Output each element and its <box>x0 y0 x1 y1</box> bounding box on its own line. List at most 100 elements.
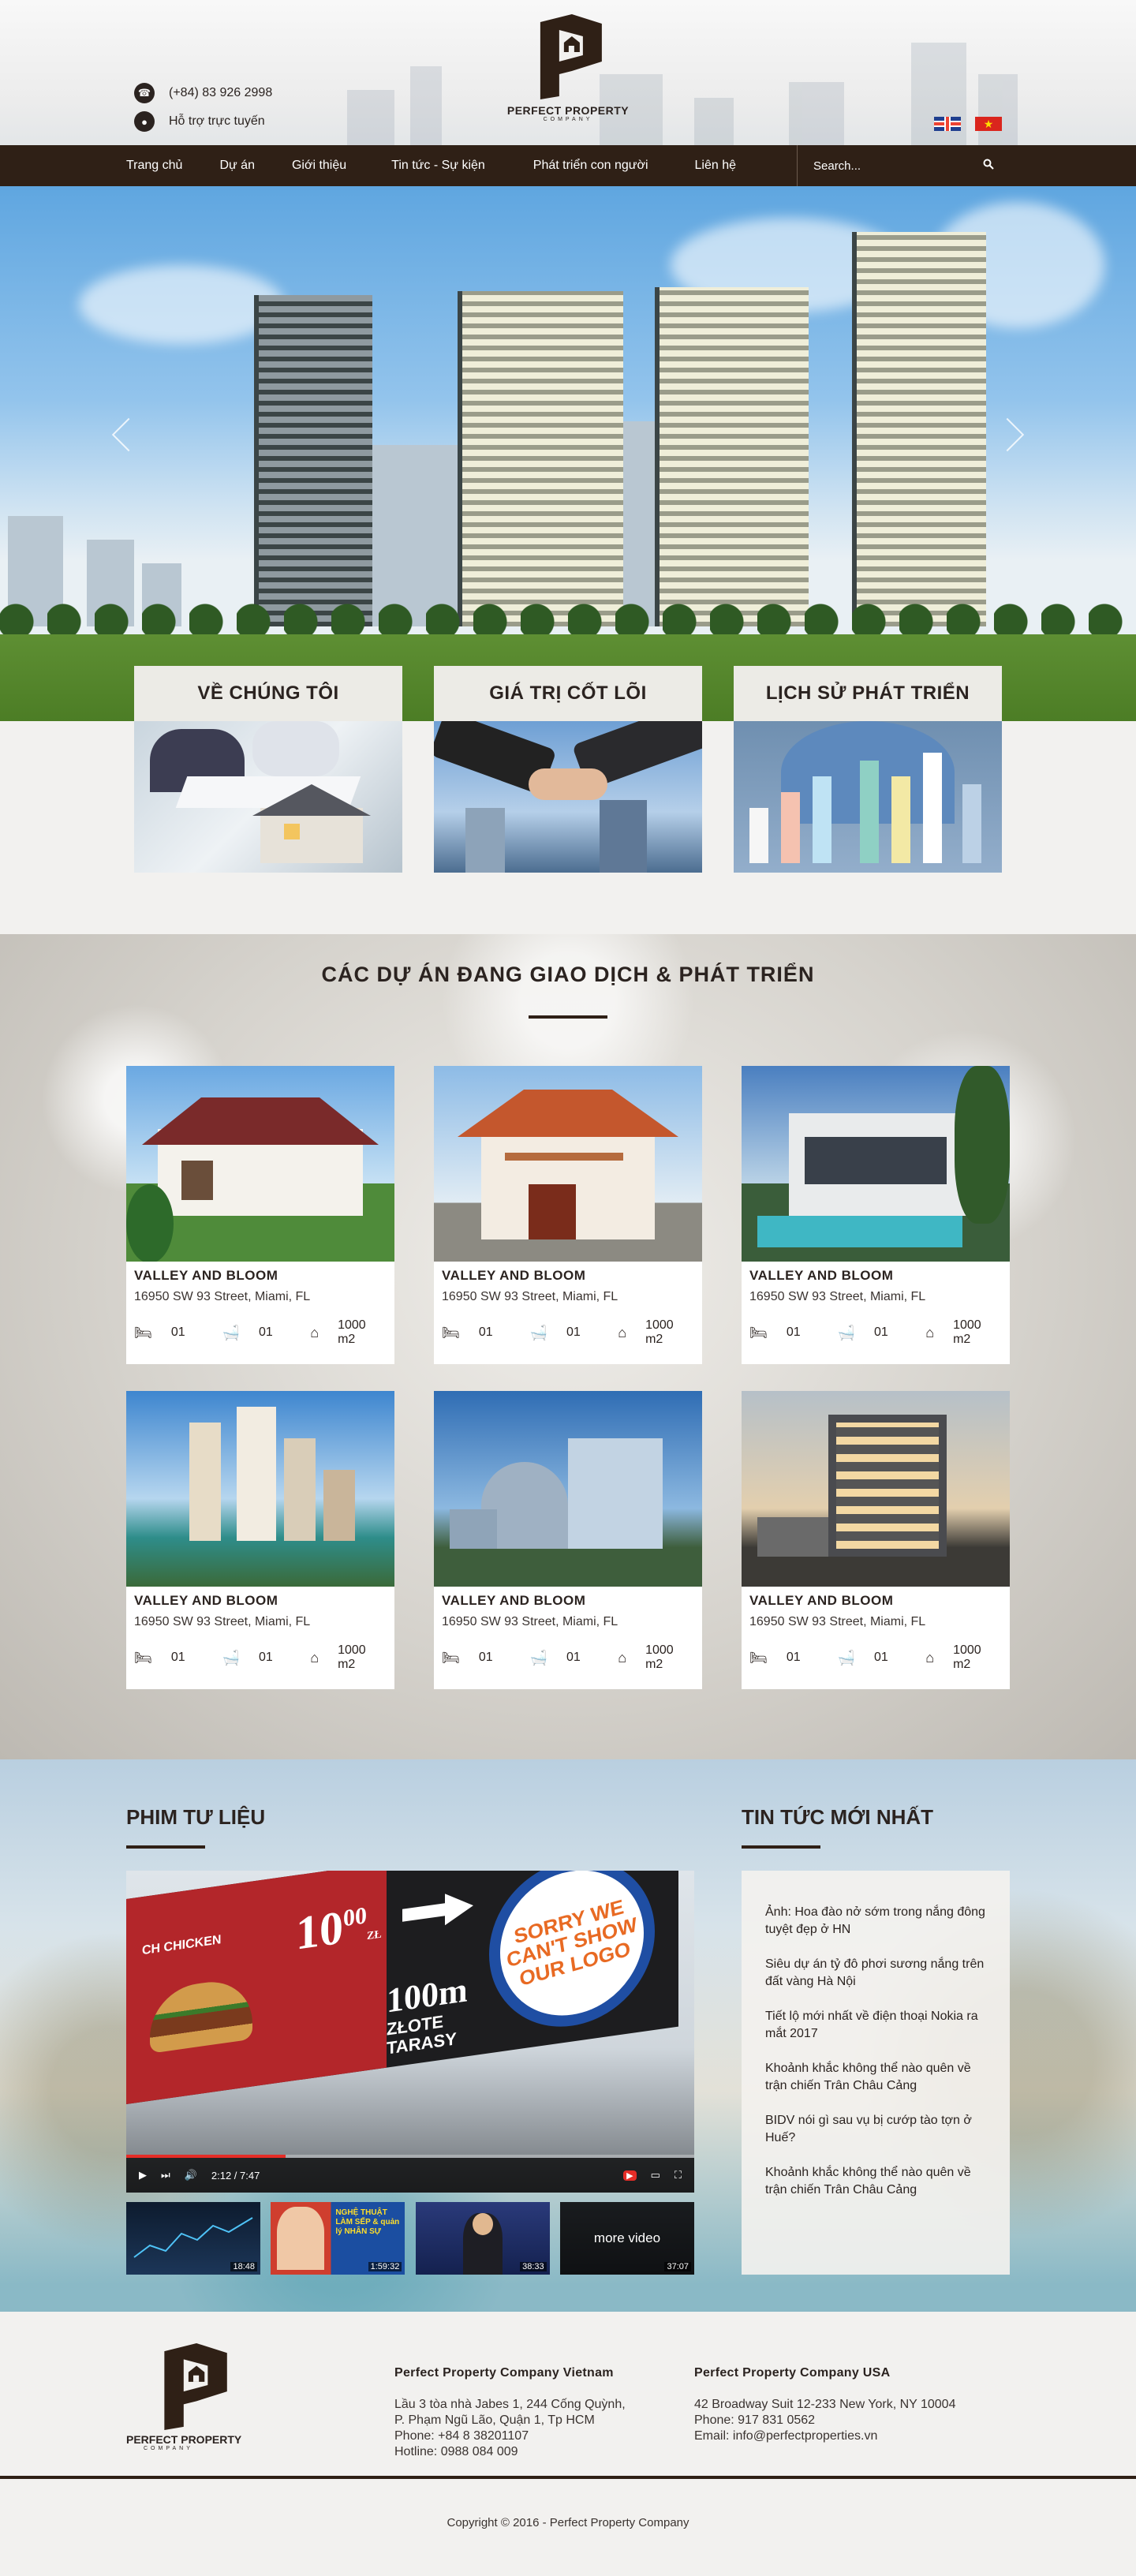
slider-prev-icon[interactable] <box>111 417 146 452</box>
projects-title: CÁC DỰ ÁN ĐANG GIAO DỊCH & PHÁT TRIỂN <box>321 963 815 986</box>
media-section: PHIM TƯ LIỆU CH CHICKEN 1000ZŁ 100m ZŁOT… <box>0 1759 1136 2312</box>
bath-count: 01 <box>874 1651 888 1664</box>
nav-item-people[interactable]: Phát triển con người <box>533 159 648 173</box>
nav-item-projects[interactable]: Dự án <box>219 159 255 173</box>
footer-line: Phone: +84 8 38201107 <box>394 2429 529 2443</box>
captions-icon[interactable]: ▭ <box>651 2169 660 2182</box>
billboard-image: CH CHICKEN 1000ZŁ 100m ZŁOTE TARASY SORRY… <box>126 1871 678 2104</box>
video-duration: 18:48 <box>230 2262 257 2271</box>
project-address: 16950 SW 93 Street, Miami, FL <box>134 1290 311 1303</box>
volume-icon[interactable]: 🔊 <box>185 2169 197 2182</box>
project-address: 16950 SW 93 Street, Miami, FL <box>134 1615 311 1628</box>
video-duration: 37:07 <box>664 2262 691 2271</box>
vn-flag-icon[interactable]: ★ <box>975 117 1002 131</box>
feature-title: VỀ CHÚNG TÔI <box>134 666 402 721</box>
project-name: VALLEY AND BLOOM <box>749 1268 894 1283</box>
phone-row[interactable]: ☎ (+84) 83 926 2998 <box>134 79 272 107</box>
news-item[interactable]: Khoảnh khắc không thể nào quên về trận c… <box>765 2060 988 2095</box>
project-card[interactable]: VALLEY AND BLOOM 16950 SW 93 Street, Mia… <box>434 1066 702 1364</box>
hero-slider <box>0 186 1136 721</box>
logo-name: PERFECT PROPERTY <box>126 2433 242 2446</box>
phone-number: (+84) 83 926 2998 <box>169 86 273 99</box>
more-video-button[interactable]: more video 37:07 <box>559 2202 694 2275</box>
nav-item-news[interactable]: Tin tức - Sự kiện <box>391 159 485 173</box>
feature-card-values[interactable]: GIÁ TRỊ CỐT LÕI <box>434 666 702 873</box>
footer-logo[interactable]: PERFECT PROPERTY COMPANY <box>126 2343 394 2460</box>
cloud-shape <box>79 265 284 344</box>
news-item[interactable]: Siêu dự án tỷ đô phơi sương nắng trên đấ… <box>765 1956 988 1991</box>
project-card[interactable]: VALLEY AND BLOOM 16950 SW 93 Street, Mia… <box>742 1066 1010 1364</box>
en-flag-icon[interactable] <box>934 117 961 131</box>
bed-icon: 🛏 <box>134 1649 152 1666</box>
area-value: 1000 m2 <box>338 1318 366 1346</box>
project-card[interactable]: VALLEY AND BLOOM 16950 SW 93 Street, Mia… <box>742 1391 1010 1689</box>
video-duration: 38:33 <box>520 2262 547 2271</box>
nav-item-contact[interactable]: Liên hệ <box>695 159 737 173</box>
project-name: VALLEY AND BLOOM <box>134 1268 278 1283</box>
feature-card-history[interactable]: LỊCH SỬ PHÁT TRIỂN <box>734 666 1002 873</box>
search-icon[interactable] <box>983 159 994 174</box>
site-logo[interactable]: PERFECT PROPERTY COMPANY <box>507 14 629 122</box>
project-image <box>434 1391 702 1587</box>
next-icon[interactable]: ⏭ <box>161 2169 170 2182</box>
youtube-icon[interactable]: ▶ <box>623 2170 637 2181</box>
house-icon: ⌂ <box>618 1649 627 1666</box>
bath-count: 01 <box>259 1651 273 1664</box>
area-value: 1000 m2 <box>953 1643 981 1671</box>
feature-image-handshake <box>434 721 702 873</box>
news-item[interactable]: Ảnh: Hoa đào nở sớm trong nắng đông tuyệ… <box>765 1904 988 1939</box>
logo-sub: COMPANY <box>543 117 593 122</box>
news-item[interactable]: BIDV nói gì sau vụ bị cướp tào tợn ở Huế… <box>765 2112 988 2147</box>
project-card[interactable]: VALLEY AND BLOOM 16950 SW 93 Street, Mia… <box>126 1391 394 1689</box>
building-3 <box>655 287 809 626</box>
bed-icon: 🛏 <box>749 1324 768 1340</box>
bed-count: 01 <box>786 1651 801 1664</box>
bed-count: 01 <box>170 1651 185 1664</box>
support-row[interactable]: ● Hỗ trợ trực tuyến <box>134 107 272 136</box>
language-switcher: ★ <box>934 117 1002 131</box>
feature-card-about[interactable]: VỀ CHÚNG TÔI <box>134 666 402 873</box>
video-thumbnail[interactable]: 38:33 <box>415 2202 550 2275</box>
copyright: Copyright © 2016 - Perfect Property Comp… <box>0 2479 1136 2567</box>
house-icon: ⌂ <box>925 1324 935 1340</box>
search-input[interactable] <box>813 159 983 173</box>
project-card[interactable]: VALLEY AND BLOOM 16950 SW 93 Street, Mia… <box>126 1066 394 1364</box>
site-footer: PERFECT PROPERTY COMPANY Perfect Propert… <box>0 2312 1136 2567</box>
billboard-street: ZŁOTE TARASY <box>387 2011 457 2058</box>
billboard-logo: SORRY WE CAN'T SHOW OUR LOGO <box>478 1871 666 2047</box>
bath-count: 01 <box>874 1325 888 1339</box>
video-thumbnail[interactable]: NGHỆ THUẬT LÀM SẾP & quản lý NHÂN SỰ 1:5… <box>271 2202 405 2275</box>
bath-count: 01 <box>259 1325 273 1339</box>
logo-mark-icon <box>155 2343 230 2430</box>
area-value: 1000 m2 <box>645 1643 674 1671</box>
news-item[interactable]: Khoảnh khắc không thể nào quên về trận c… <box>765 2164 988 2199</box>
news-title: TIN TỨC MỚI NHẤT <box>742 1805 934 1829</box>
project-card[interactable]: VALLEY AND BLOOM 16950 SW 93 Street, Mia… <box>434 1391 702 1689</box>
project-meta: 🛏 01 🛁 01 ⌂ 1000 m2 <box>434 1629 702 1672</box>
bed-icon: 🛏 <box>134 1324 152 1340</box>
projects-section: CÁC DỰ ÁN ĐANG GIAO DỊCH & PHÁT TRIỂN VA… <box>0 934 1136 1759</box>
footer-email[interactable]: Email: info@perfectproperties.vn <box>694 2428 994 2444</box>
area-value: 1000 m2 <box>953 1318 981 1346</box>
feature-image-growth <box>734 721 1002 873</box>
video-player[interactable]: CH CHICKEN 1000ZŁ 100m ZŁOTE TARASY SORRY… <box>126 1871 694 2193</box>
news-item[interactable]: Tiết lộ mới nhất về điện thoại Nokia ra … <box>765 2008 988 2043</box>
progress-bar[interactable] <box>126 2155 694 2158</box>
support-link: Hỗ trợ trực tuyến <box>169 114 265 128</box>
bath-icon: 🛁 <box>837 1324 856 1340</box>
fullscreen-icon[interactable]: ⛶ <box>674 2169 682 2182</box>
feature-title: LỊCH SỬ PHÁT TRIỂN <box>734 666 1002 721</box>
title-underline <box>529 1015 607 1019</box>
slider-next-icon[interactable] <box>990 417 1025 452</box>
bath-icon: 🛁 <box>837 1649 856 1666</box>
title-underline <box>742 1845 820 1849</box>
video-thumbnail[interactable]: 18:48 <box>126 2202 260 2275</box>
bath-icon: 🛁 <box>529 1324 548 1340</box>
nav-item-about[interactable]: Giới thiệu <box>292 159 346 173</box>
play-icon[interactable]: ▶ <box>139 2169 147 2182</box>
arrow-right-icon <box>402 1890 473 1931</box>
project-image <box>434 1066 702 1262</box>
project-address: 16950 SW 93 Street, Miami, FL <box>442 1290 618 1303</box>
bed-icon: 🛏 <box>442 1649 460 1666</box>
nav-item-home[interactable]: Trang chủ <box>126 159 182 173</box>
